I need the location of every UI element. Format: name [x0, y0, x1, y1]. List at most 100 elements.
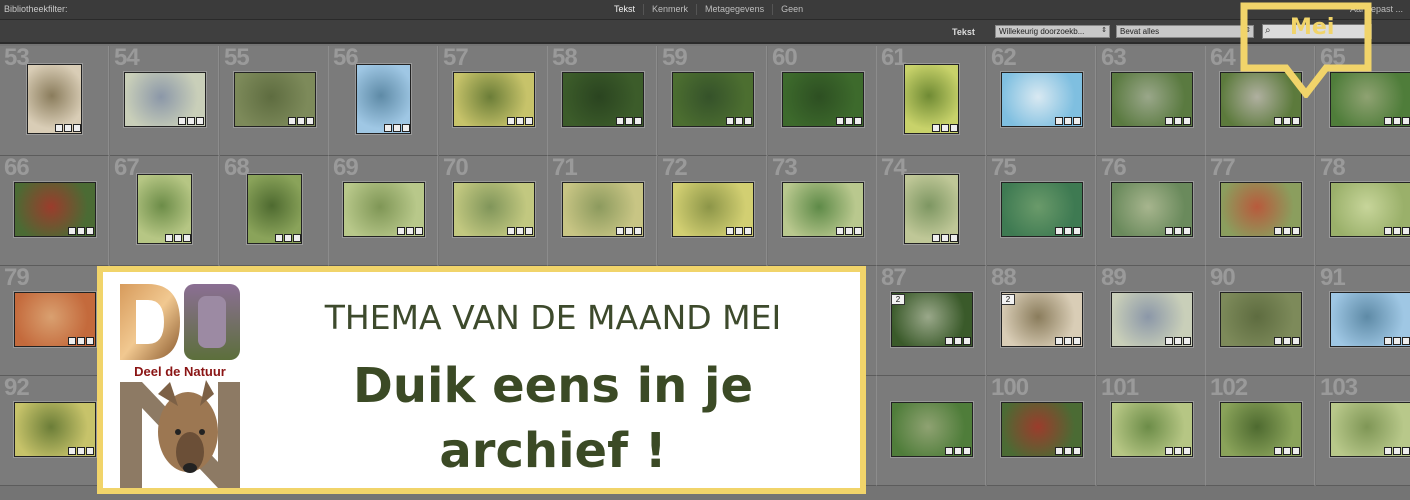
develop-badge-icon[interactable] — [86, 226, 94, 235]
edit-badge-icon[interactable] — [945, 336, 953, 345]
crop-badge-icon[interactable] — [954, 446, 962, 455]
grid-cell[interactable]: 60 — [768, 46, 877, 156]
develop-badge-icon[interactable] — [183, 234, 191, 242]
edit-badge-icon[interactable] — [55, 124, 63, 132]
develop-badge-icon[interactable] — [634, 226, 642, 235]
develop-badge-icon[interactable] — [963, 446, 971, 455]
grid-cell[interactable]: 54 — [110, 46, 219, 156]
grid-cell[interactable]: 63 — [1097, 46, 1206, 156]
crop-badge-icon[interactable] — [625, 226, 633, 235]
edit-badge-icon[interactable] — [1274, 336, 1282, 345]
develop-badge-icon[interactable] — [1183, 336, 1191, 345]
crop-badge-icon[interactable] — [406, 226, 414, 235]
crop-badge-icon[interactable] — [174, 234, 182, 242]
crop-badge-icon[interactable] — [735, 226, 743, 235]
develop-badge-icon[interactable] — [306, 116, 314, 125]
edit-badge-icon[interactable] — [616, 116, 624, 125]
develop-badge-icon[interactable] — [1073, 116, 1081, 125]
searchable-field-select[interactable]: Willekeurig doorzoekb... ⇕ — [995, 25, 1110, 38]
edit-badge-icon[interactable] — [945, 446, 953, 455]
crop-badge-icon[interactable] — [77, 226, 85, 235]
edit-badge-icon[interactable] — [288, 116, 296, 125]
grid-cell[interactable]: 87 2 — [877, 266, 986, 376]
edit-badge-icon[interactable] — [165, 234, 173, 242]
grid-cell[interactable]: 61 — [877, 46, 986, 156]
crop-badge-icon[interactable] — [1064, 336, 1072, 345]
edit-badge-icon[interactable] — [68, 446, 76, 455]
edit-badge-icon[interactable] — [1165, 446, 1173, 455]
develop-badge-icon[interactable] — [1073, 226, 1081, 235]
grid-cell[interactable]: 66 — [0, 156, 109, 266]
grid-cell[interactable]: 75 — [987, 156, 1096, 266]
edit-badge-icon[interactable] — [932, 234, 940, 242]
edit-badge-icon[interactable] — [1384, 336, 1392, 345]
crop-badge-icon[interactable] — [735, 116, 743, 125]
edit-badge-icon[interactable] — [1055, 116, 1063, 125]
grid-cell[interactable]: 88 2 — [987, 266, 1096, 376]
grid-cell[interactable]: 91 — [1316, 266, 1410, 376]
crop-badge-icon[interactable] — [1393, 446, 1401, 455]
stack-count-badge[interactable]: 2 — [891, 294, 905, 305]
grid-cell[interactable]: 78 — [1316, 156, 1410, 266]
edit-badge-icon[interactable] — [836, 116, 844, 125]
crop-badge-icon[interactable] — [1064, 226, 1072, 235]
edit-badge-icon[interactable] — [68, 336, 76, 345]
crop-badge-icon[interactable] — [77, 446, 85, 455]
develop-badge-icon[interactable] — [415, 226, 423, 235]
develop-badge-icon[interactable] — [1073, 446, 1081, 455]
grid-cell[interactable]: 103 — [1316, 376, 1410, 486]
develop-badge-icon[interactable] — [525, 116, 533, 125]
grid-cell[interactable]: 73 — [768, 156, 877, 266]
crop-badge-icon[interactable] — [516, 116, 524, 125]
grid-cell[interactable]: 74 — [877, 156, 986, 266]
edit-badge-icon[interactable] — [1384, 116, 1392, 125]
develop-badge-icon[interactable] — [1183, 446, 1191, 455]
crop-badge-icon[interactable] — [1064, 446, 1072, 455]
crop-badge-icon[interactable] — [1174, 226, 1182, 235]
edit-badge-icon[interactable] — [507, 116, 515, 125]
grid-cell[interactable]: 57 — [439, 46, 548, 156]
tab-text[interactable]: Tekst — [606, 4, 643, 15]
crop-badge-icon[interactable] — [941, 124, 949, 132]
develop-badge-icon[interactable] — [86, 446, 94, 455]
grid-cell[interactable]: 69 — [329, 156, 438, 266]
edit-badge-icon[interactable] — [507, 226, 515, 235]
tab-metadata[interactable]: Metagegevens — [696, 4, 772, 15]
edit-badge-icon[interactable] — [1055, 336, 1063, 345]
grid-cell[interactable]: 59 — [658, 46, 767, 156]
crop-badge-icon[interactable] — [625, 116, 633, 125]
develop-badge-icon[interactable] — [73, 124, 81, 132]
develop-badge-icon[interactable] — [525, 226, 533, 235]
develop-badge-icon[interactable] — [1402, 336, 1410, 345]
develop-badge-icon[interactable] — [854, 226, 862, 235]
edit-badge-icon[interactable] — [1165, 116, 1173, 125]
grid-cell[interactable]: 58 — [548, 46, 657, 156]
develop-badge-icon[interactable] — [744, 226, 752, 235]
edit-badge-icon[interactable] — [1384, 226, 1392, 235]
edit-badge-icon[interactable] — [726, 226, 734, 235]
edit-badge-icon[interactable] — [932, 124, 940, 132]
crop-badge-icon[interactable] — [393, 124, 401, 132]
develop-badge-icon[interactable] — [196, 116, 204, 125]
grid-cell[interactable]: 92 — [0, 376, 109, 486]
crop-badge-icon[interactable] — [77, 336, 85, 345]
crop-badge-icon[interactable] — [845, 116, 853, 125]
edit-badge-icon[interactable] — [1274, 446, 1282, 455]
edit-badge-icon[interactable] — [726, 116, 734, 125]
develop-badge-icon[interactable] — [1183, 116, 1191, 125]
develop-badge-icon[interactable] — [963, 336, 971, 345]
crop-badge-icon[interactable] — [516, 226, 524, 235]
crop-badge-icon[interactable] — [845, 226, 853, 235]
edit-badge-icon[interactable] — [397, 226, 405, 235]
crop-badge-icon[interactable] — [1283, 226, 1291, 235]
grid-cell[interactable]: 76 — [1097, 156, 1206, 266]
develop-badge-icon[interactable] — [1402, 116, 1410, 125]
develop-badge-icon[interactable] — [1402, 226, 1410, 235]
grid-cell[interactable]: 67 — [110, 156, 219, 266]
develop-badge-icon[interactable] — [1292, 336, 1300, 345]
grid-cell[interactable]: 77 — [1206, 156, 1315, 266]
crop-badge-icon[interactable] — [64, 124, 72, 132]
grid-cell[interactable]: 79 — [0, 266, 109, 376]
grid-cell[interactable]: 71 — [548, 156, 657, 266]
develop-badge-icon[interactable] — [1073, 336, 1081, 345]
